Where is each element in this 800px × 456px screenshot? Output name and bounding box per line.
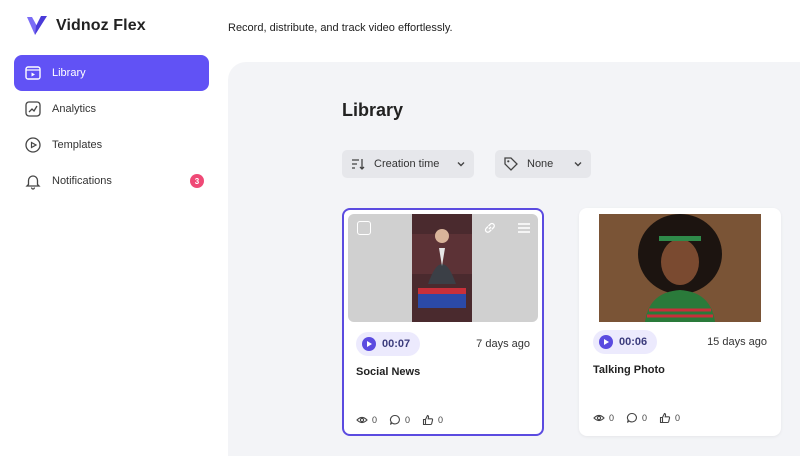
- news-anchor-thumbnail[interactable]: [348, 214, 538, 322]
- comment-icon: [389, 414, 400, 425]
- link-icon[interactable]: [482, 220, 498, 236]
- templates-icon: [24, 136, 42, 154]
- video-card-social-news[interactable]: 00:07 7 days ago Social News 0 0 0: [342, 208, 544, 436]
- views-stat: 0: [356, 414, 377, 426]
- views-count: 0: [609, 413, 615, 423]
- likes-count: 0: [438, 415, 444, 425]
- select-checkbox[interactable]: [357, 221, 371, 235]
- play-icon: [362, 337, 376, 351]
- app-logo[interactable]: Vidnoz Flex: [24, 12, 146, 40]
- portrait-image: [599, 214, 761, 322]
- library-panel: Library Creation time None 00:07 7 days …: [228, 62, 800, 456]
- app-name: Vidnoz Flex: [56, 17, 146, 34]
- play-icon: [599, 335, 613, 349]
- notification-count-badge: 3: [190, 174, 204, 188]
- views-stat: 0: [593, 412, 614, 424]
- sidebar-item-label: Notifications: [52, 175, 112, 187]
- likes-stat: 0: [659, 412, 680, 424]
- tag-filter-label: None: [527, 158, 554, 170]
- comments-count: 0: [405, 415, 411, 425]
- video-stats: 0 0 0: [356, 414, 443, 426]
- duration-text: 00:06: [619, 336, 648, 348]
- sidebar-item-label: Library: [52, 67, 86, 79]
- views-count: 0: [372, 415, 378, 425]
- sidebar-item-label: Templates: [52, 139, 103, 151]
- sidebar-item-library[interactable]: Library: [14, 55, 209, 91]
- sidebar-item-label: Analytics: [52, 103, 97, 115]
- sort-icon: [352, 159, 365, 170]
- video-stats: 0 0 0: [593, 412, 680, 424]
- likes-stat: 0: [422, 414, 443, 426]
- analytics-icon: [24, 100, 42, 118]
- app-tagline: Record, distribute, and track video effo…: [228, 22, 453, 34]
- eye-icon: [356, 416, 368, 424]
- chevron-down-icon: [574, 162, 582, 167]
- sidebar-item-notifications[interactable]: Notifications 3: [14, 163, 209, 199]
- thumbs-up-icon: [422, 414, 434, 426]
- comments-count: 0: [642, 413, 648, 423]
- video-title: Talking Photo: [593, 364, 665, 376]
- chevron-down-icon: [457, 162, 465, 167]
- sidebar-item-templates[interactable]: Templates: [14, 127, 209, 163]
- vidnoz-logo-icon: [27, 16, 47, 35]
- sidebar: Library Analytics Templates Notification…: [14, 55, 209, 199]
- comment-icon: [626, 412, 637, 423]
- sort-label: Creation time: [374, 158, 440, 170]
- created-age: 15 days ago: [707, 336, 767, 348]
- bell-icon: [24, 172, 42, 190]
- library-icon: [24, 64, 42, 82]
- video-title: Social News: [356, 366, 421, 378]
- duration-text: 00:07: [382, 338, 411, 350]
- sidebar-item-analytics[interactable]: Analytics: [14, 91, 209, 127]
- page-title: Library: [342, 100, 404, 120]
- news-anchor-image: [412, 214, 472, 322]
- comments-stat: 0: [389, 414, 410, 426]
- comments-stat: 0: [626, 412, 647, 424]
- duration-pill: 00:06: [593, 330, 658, 354]
- portrait-photo-thumbnail[interactable]: [599, 214, 761, 322]
- tag-filter-dropdown[interactable]: None: [495, 150, 591, 178]
- news-video-frame: [412, 214, 472, 322]
- duration-pill: 00:07: [356, 332, 421, 356]
- likes-count: 0: [675, 413, 681, 423]
- video-card-talking-photo[interactable]: 00:06 15 days ago Talking Photo 0 0 0: [579, 208, 781, 436]
- sort-dropdown[interactable]: Creation time: [342, 150, 474, 178]
- thumbs-up-icon: [659, 412, 671, 424]
- created-age: 7 days ago: [476, 338, 530, 350]
- menu-icon[interactable]: [516, 220, 532, 236]
- tag-icon: [504, 157, 518, 171]
- eye-icon: [593, 414, 605, 422]
